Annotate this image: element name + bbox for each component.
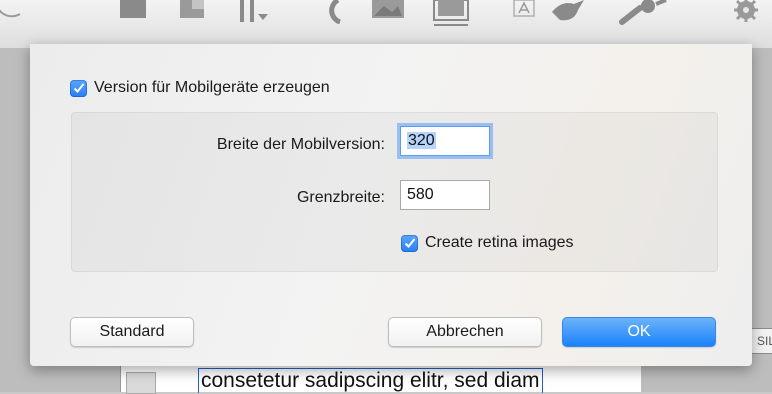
image-icon[interactable] bbox=[370, 0, 406, 22]
document-text[interactable]: consetetur sadipscing elitr, sed diam bbox=[198, 368, 543, 393]
circle-icon[interactable] bbox=[0, 0, 28, 22]
app-toolbar bbox=[0, 0, 772, 49]
text-cursor-icon[interactable] bbox=[238, 0, 272, 22]
mobile-settings-group bbox=[71, 112, 718, 272]
breakpoint-width-label: Grenzbreite: bbox=[296, 189, 385, 206]
breakpoint-width-value: 580 bbox=[407, 186, 434, 203]
document-strip bbox=[126, 372, 156, 394]
ok-button[interactable]: OK bbox=[562, 317, 716, 347]
mobile-version-label: Version für Mobilgeräte erzeugen bbox=[94, 79, 330, 96]
wrench-icon[interactable] bbox=[618, 0, 668, 25]
layout-icon[interactable] bbox=[118, 0, 148, 22]
retina-label: Create retina images bbox=[425, 234, 574, 251]
mobile-width-value: 320 bbox=[407, 132, 436, 149]
mobile-width-field[interactable]: 320 bbox=[400, 126, 490, 156]
checkmark-icon bbox=[404, 238, 415, 248]
retina-option[interactable]: Create retina images bbox=[401, 234, 574, 252]
breakpoint-width-field[interactable]: 580 bbox=[400, 180, 490, 210]
retina-checkbox[interactable] bbox=[401, 234, 418, 252]
default-button[interactable]: Standard bbox=[70, 317, 194, 347]
mobile-version-dialog: Version für Mobilgeräte erzeugen Breite … bbox=[30, 44, 752, 366]
text-icon[interactable] bbox=[512, 0, 538, 22]
mobile-version-option[interactable]: Version für Mobilgeräte erzeugen bbox=[70, 79, 330, 97]
bird-icon[interactable] bbox=[548, 0, 588, 22]
gear-icon[interactable] bbox=[730, 0, 764, 22]
mobile-version-checkbox[interactable] bbox=[70, 79, 87, 97]
layout-icon[interactable] bbox=[178, 0, 208, 22]
checkmark-icon bbox=[73, 83, 84, 93]
frame-icon[interactable] bbox=[432, 0, 472, 26]
side-button[interactable]: SIL bbox=[750, 328, 772, 354]
undo-icon[interactable] bbox=[318, 0, 348, 24]
mobile-width-label: Breite der Mobilversion: bbox=[216, 136, 385, 153]
cancel-button[interactable]: Abbrechen bbox=[388, 317, 542, 347]
